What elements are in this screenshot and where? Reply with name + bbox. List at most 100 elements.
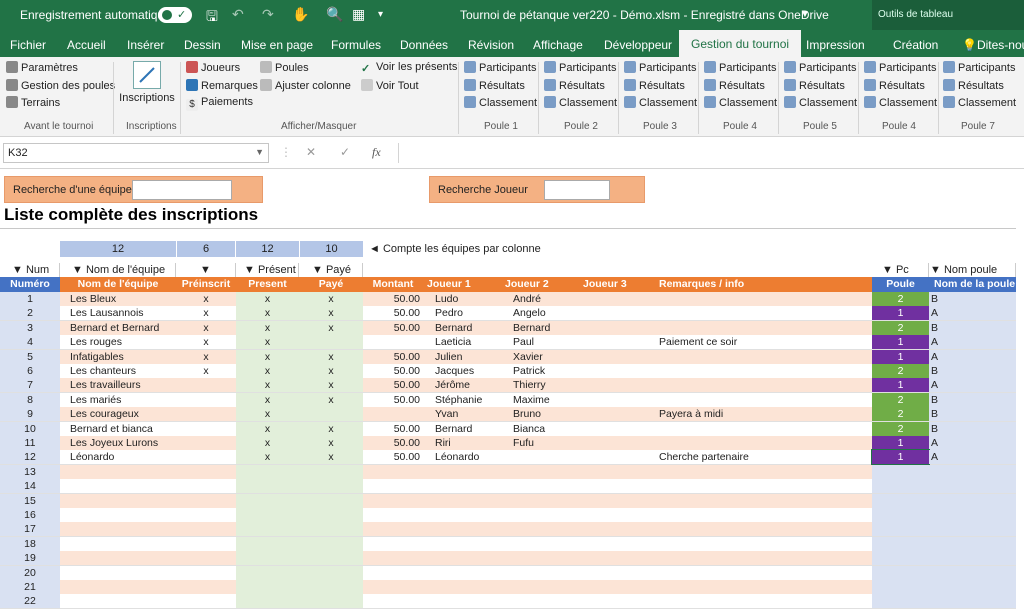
tab-creation[interactable]: Création [893,38,938,52]
tab-dessin[interactable]: Dessin [184,38,221,52]
cell-rem[interactable] [656,364,872,378]
cell-mont[interactable]: 50.00 [363,436,423,450]
poule1-classement-button[interactable]: Classement [464,96,537,109]
cell-rem[interactable] [656,321,872,335]
cell-np[interactable] [929,565,1016,580]
cell-pre[interactable]: x [176,335,236,349]
cell-mont[interactable] [363,566,423,580]
cell-np[interactable]: A [929,436,1016,450]
cell-np[interactable] [929,522,1016,537]
cell-pres[interactable]: x [236,364,299,378]
cell-j2[interactable] [503,580,583,594]
cell-team[interactable]: Bernard et Bernard [60,321,176,335]
cell-poule[interactable] [872,565,929,580]
cell-num[interactable]: 17 [0,522,60,537]
cell-team[interactable] [60,522,176,536]
cell-j3[interactable] [583,580,656,594]
poule3-classement-button[interactable]: Classement [624,96,697,109]
cell-pre[interactable] [176,407,236,421]
cell-pres[interactable]: x [236,407,299,422]
tab-donnees[interactable]: Données [400,38,448,52]
tab-formules[interactable]: Formules [331,38,381,52]
filter-num[interactable]: ▼ Num [12,263,60,277]
cell-j2[interactable]: Xavier [503,350,583,364]
cell-j3[interactable] [583,422,656,436]
cell-pres[interactable] [236,522,299,537]
insert-function-icon[interactable]: fx [372,145,381,160]
cell-num[interactable]: 11 [0,436,60,450]
cell-pre[interactable]: x [176,364,236,378]
cell-num[interactable]: 7 [0,378,60,393]
cell-paye[interactable]: x [299,392,363,407]
voir-tout-button[interactable]: Voir Tout [361,79,419,92]
cell-pre[interactable] [176,422,236,436]
cell-num[interactable]: 13 [0,464,60,479]
cell-mont[interactable]: 50.00 [363,422,423,436]
cell-rem[interactable] [656,306,872,320]
cell-j1[interactable]: Bernard [423,422,503,436]
cell-j1[interactable]: Stéphanie [423,393,503,407]
poule7-participants-button[interactable]: Participants [943,61,1015,74]
cell-pres[interactable] [236,464,299,479]
cell-pre[interactable]: x [176,350,236,364]
cell-j3[interactable] [583,292,656,306]
cell-j3[interactable] [583,465,656,479]
cell-j3[interactable] [583,594,656,608]
cell-poule[interactable]: 2 [872,407,929,422]
cell-rem[interactable] [656,566,872,580]
cell-j3[interactable] [583,537,656,551]
cell-rem[interactable]: Cherche partenaire [656,450,872,464]
cell-j3[interactable] [583,393,656,407]
cell-mont[interactable] [363,479,423,493]
cell-j2[interactable] [503,494,583,508]
cell-mont[interactable] [363,407,423,421]
cell-team[interactable]: Les travailleurs [60,378,176,392]
tab-tell-me[interactable]: 💡Dites-nou [962,38,1024,52]
cell-paye[interactable]: x [299,421,363,436]
cell-pre[interactable] [176,378,236,392]
poule1-resultats-button[interactable]: Résultats [464,79,525,92]
cell-mont[interactable]: 50.00 [363,321,423,335]
cell-mont[interactable] [363,508,423,522]
tab-mise-en-page[interactable]: Mise en page [241,38,313,52]
cell-rem[interactable]: Paiement ce soir [656,335,872,349]
cell-mont[interactable] [363,594,423,608]
cell-np[interactable]: B [929,421,1016,436]
cell-j2[interactable] [503,450,583,464]
cell-rem[interactable]: Payera à midi [656,407,872,421]
cell-paye[interactable]: x [299,450,363,465]
cell-mont[interactable]: 50.00 [363,292,423,306]
gestion-poules-button[interactable]: Gestion des poules [6,79,115,92]
cell-rem[interactable] [656,537,872,551]
cell-mont[interactable] [363,551,423,565]
cell-j1[interactable] [423,566,503,580]
team-search-input[interactable] [132,180,232,200]
poule6-classement-button[interactable]: Classement [864,96,937,109]
poule1-participants-button[interactable]: Participants [464,61,536,74]
poule3-resultats-button[interactable]: Résultats [624,79,685,92]
cell-pres[interactable] [236,551,299,566]
cell-pres[interactable] [236,580,299,594]
cell-pre[interactable] [176,436,236,450]
cell-pres[interactable] [236,565,299,580]
cell-j2[interactable]: Bruno [503,407,583,421]
cell-team[interactable]: Infatigables [60,350,176,364]
cell-j1[interactable]: Pedro [423,306,503,320]
cell-num[interactable]: 1 [0,292,60,306]
cell-mont[interactable] [363,522,423,536]
tab-accueil[interactable]: Accueil [67,38,106,52]
tab-impression[interactable]: Impression [806,38,865,52]
cell-paye[interactable]: x [299,292,363,306]
cell-team[interactable] [60,566,176,580]
cell-j1[interactable]: Bernard [423,321,503,335]
cell-np[interactable] [929,594,1016,609]
cell-poule[interactable] [872,580,929,594]
tab-developpeur[interactable]: Développeur [604,38,672,52]
cell-poule[interactable]: 1 [872,335,929,350]
cell-j1[interactable] [423,479,503,493]
filter-paye[interactable]: ▼ Payé [312,263,363,277]
cell-mont[interactable] [363,335,423,349]
filter-poule[interactable]: ▼ Pc [882,263,929,277]
redo-icon[interactable]: ↷ [262,6,274,23]
cell-num[interactable]: 21 [0,580,60,594]
